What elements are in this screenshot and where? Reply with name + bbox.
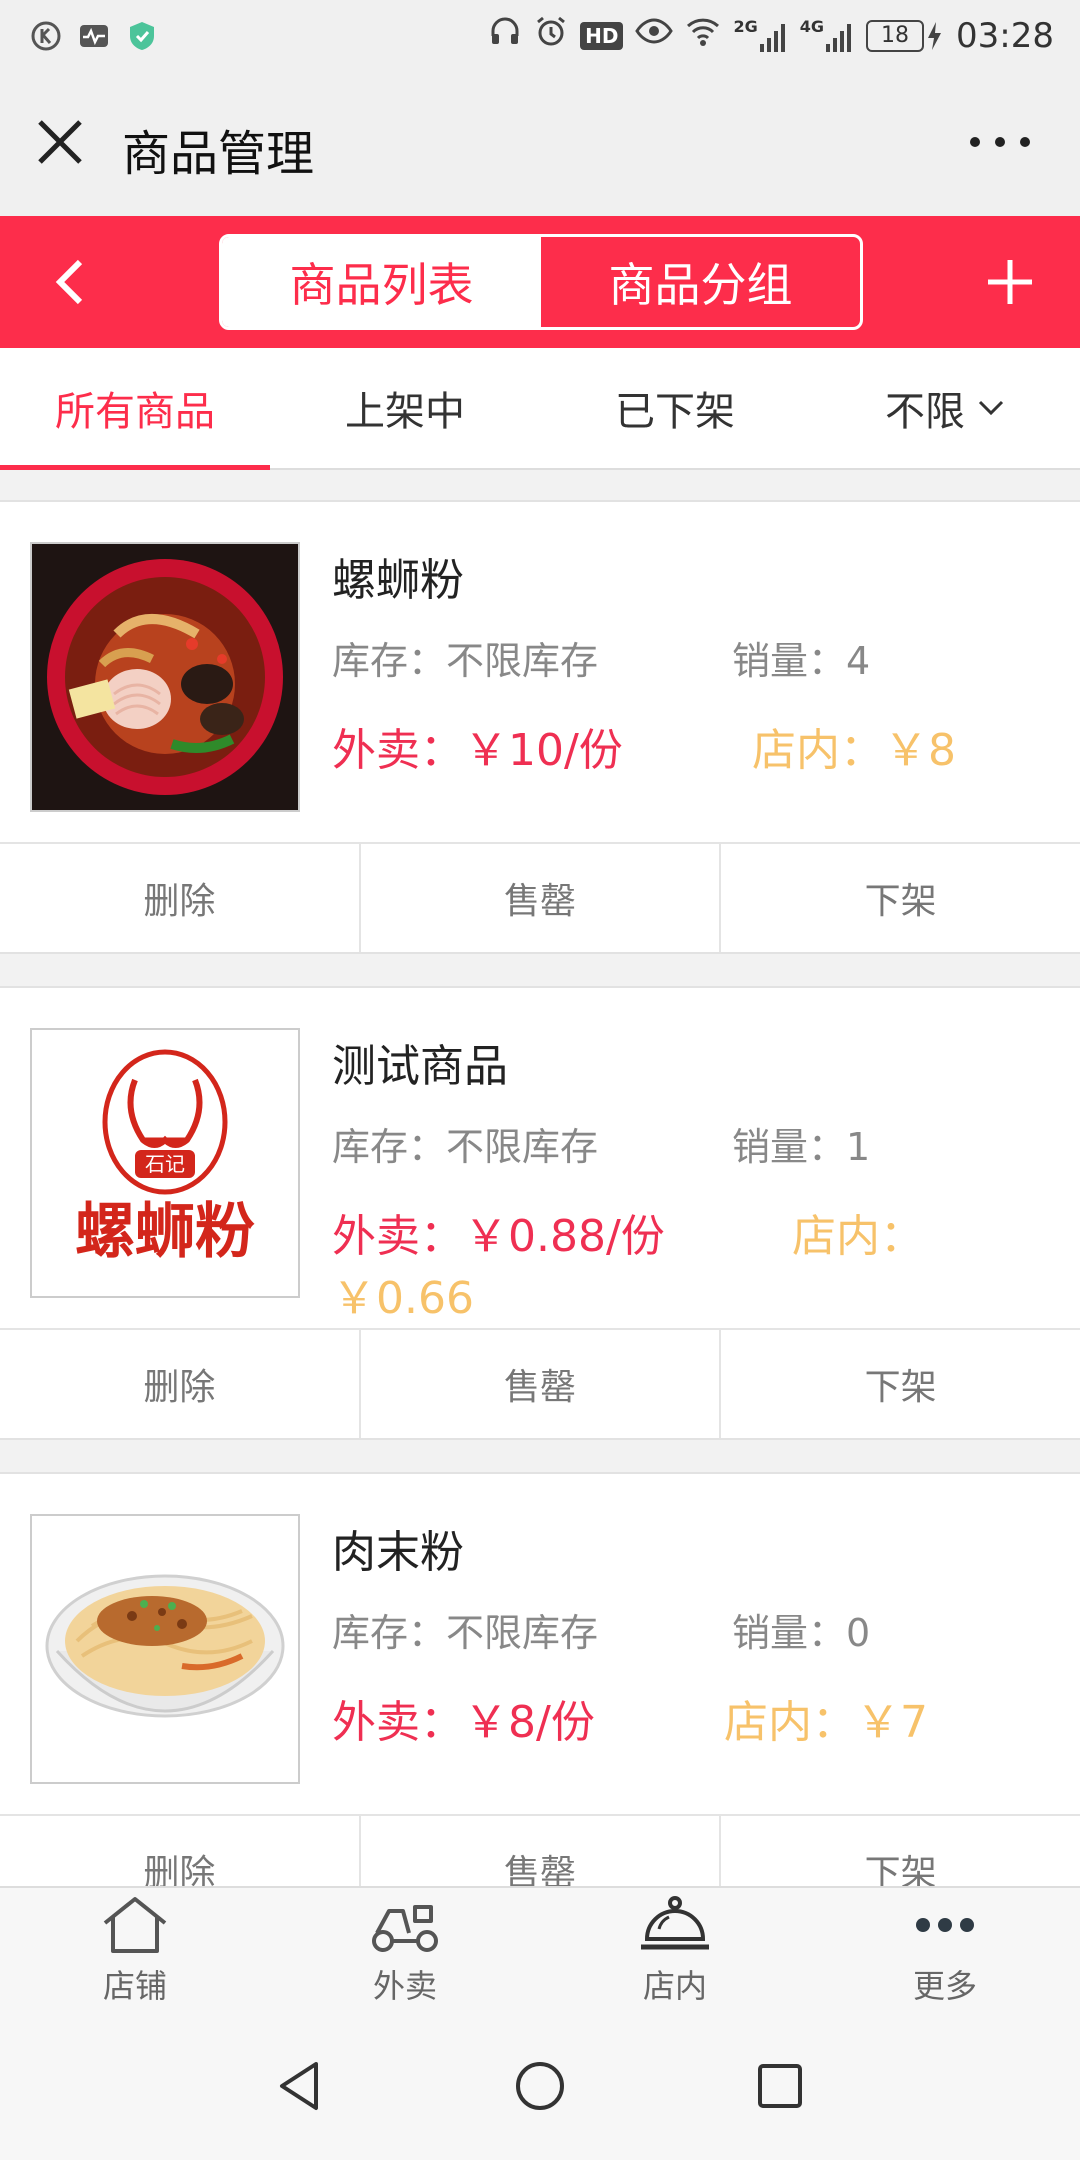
nav-label: 店内: [642, 1967, 707, 2005]
signal-4g-icon: 4G: [800, 17, 854, 54]
filter-tab-label: 所有商品: [55, 389, 215, 435]
android-home-button[interactable]: [512, 2058, 568, 2114]
sold-out-button[interactable]: 售罄: [361, 844, 722, 952]
shield-icon: [126, 20, 158, 52]
more-dots-icon: [907, 1893, 983, 1957]
product-instore-price-label: 店内：: [792, 1211, 924, 1262]
segmented-control: 商品列表 商品分组: [219, 234, 863, 330]
nav-item-delivery[interactable]: 外卖: [270, 1888, 540, 2012]
delete-button[interactable]: 删除: [0, 1330, 361, 1438]
logo-top-text: 石记: [145, 1152, 185, 1176]
eye-icon: [635, 14, 674, 57]
chevron-left-icon: [55, 259, 83, 305]
more-options-button[interactable]: [970, 132, 1030, 152]
chevron-down-icon: [978, 400, 1004, 416]
tab-product-groups[interactable]: 商品分组: [541, 237, 860, 327]
nav-label: 店铺: [102, 1967, 167, 2005]
product-delivery-price: 外卖：￥8/份: [332, 1697, 595, 1748]
product-actions: 删除 售罄 下架: [0, 1328, 1080, 1438]
product-instore-price: 店内：￥8: [752, 725, 956, 776]
signal-2g-icon: 2G: [733, 17, 787, 54]
product-name: 测试商品: [332, 1041, 508, 1092]
nav-item-instore[interactable]: 店内: [540, 1888, 810, 2012]
android-back-button[interactable]: [272, 2058, 328, 2114]
take-off-shelf-button[interactable]: 下架: [721, 1816, 1080, 1886]
filter-tab-all[interactable]: 所有商品: [0, 348, 270, 470]
product-sales: 销量：0: [732, 1611, 871, 1655]
battery-icon: 18: [866, 19, 944, 53]
dot-icon: [995, 137, 1005, 147]
product-card: 肉末粉 库存：不限库存 销量：0 外卖：￥8/份 店内：￥7 删除 售罄 下架: [0, 1472, 1080, 1886]
android-recents-button[interactable]: [752, 2058, 808, 2114]
delete-button[interactable]: 删除: [0, 844, 361, 952]
product-image-luosifen-bowl: [30, 542, 300, 812]
dot-icon: [970, 137, 980, 147]
product-instore-price: 店内：￥7: [724, 1697, 928, 1748]
k-circle-icon: [30, 20, 62, 52]
nav-item-store[interactable]: 店铺: [0, 1888, 270, 2012]
sold-out-button[interactable]: 售罄: [361, 1330, 722, 1438]
nav-label: 更多: [912, 1967, 977, 2005]
back-button[interactable]: [50, 256, 90, 308]
product-actions: 删除 售罄 下架: [0, 842, 1080, 952]
filter-tab-off-shelf[interactable]: 已下架: [540, 348, 810, 468]
sold-out-button[interactable]: 售罄: [361, 1816, 722, 1886]
filter-tab-label: 上架中: [345, 389, 465, 435]
add-button[interactable]: [984, 256, 1036, 308]
screen: HD 2G 4G 18 03:28 商品管理 商品列表 商品分组 所有商品 上架…: [0, 0, 1080, 2160]
status-bar: HD 2G 4G 18 03:28: [0, 0, 1080, 72]
store-icon: [97, 1893, 173, 1957]
red-header: 商品列表 商品分组: [0, 216, 1080, 348]
cloche-icon: [637, 1893, 713, 1957]
square-recents-icon: [758, 2064, 802, 2108]
hd-icon: HD: [580, 21, 624, 50]
page-title: 商品管理: [122, 126, 315, 182]
product-card: 石记 螺蛳粉 测试商品 库存：不限库存 销量：1 外卖：￥0.88/份 店内： …: [0, 986, 1080, 1440]
product-image-minced-pork-noodles: [30, 1514, 300, 1784]
product-stock: 库存：不限库存: [332, 1125, 599, 1169]
filter-tab-label: 不限: [885, 389, 965, 435]
nav-item-more[interactable]: 更多: [810, 1888, 1080, 2012]
android-nav-bar: [0, 2010, 1080, 2160]
tab-product-list[interactable]: 商品列表: [222, 237, 541, 327]
filter-tab-label: 已下架: [615, 389, 735, 435]
product-list: 螺蛳粉 库存：不限库存 销量：4 外卖：￥10/份 店内：￥8 删除 售罄 下架: [0, 470, 1080, 1886]
product-stock: 库存：不限库存: [332, 639, 599, 683]
close-icon: [38, 120, 82, 164]
product-sales: 销量：1: [732, 1125, 871, 1169]
product-delivery-price: 外卖：￥0.88/份: [332, 1211, 665, 1262]
product-stock: 库存：不限库存: [332, 1611, 599, 1655]
product-name: 螺蛳粉: [332, 555, 464, 606]
circle-home-icon: [516, 2062, 564, 2110]
filter-dropdown-unlimited[interactable]: 不限: [810, 348, 1080, 468]
filter-tabs: 所有商品 上架中 已下架 不限: [0, 348, 1080, 470]
product-sales: 销量：4: [732, 639, 871, 683]
product-instore-price: ￥0.66: [332, 1273, 474, 1324]
product-delivery-price: 外卖：￥10/份: [332, 725, 623, 776]
wifi-icon: [685, 14, 721, 57]
logo-bottom-text: 螺蛳粉: [75, 1197, 255, 1267]
activity-icon: [78, 20, 110, 52]
alarm-icon: [534, 14, 568, 57]
take-off-shelf-button[interactable]: 下架: [721, 1330, 1080, 1438]
delete-button[interactable]: 删除: [0, 1816, 361, 1886]
dot-icon: [1020, 137, 1030, 147]
battery-level: 18: [866, 19, 925, 52]
product-name: 肉末粉: [332, 1527, 464, 1578]
delivery-scooter-icon: [367, 1893, 443, 1957]
bottom-nav: 店铺 外卖 店内 更多: [0, 1886, 1080, 2010]
product-image-shiji-logo: 石记 螺蛳粉: [30, 1028, 300, 1298]
close-button[interactable]: [34, 116, 86, 168]
product-actions: 删除 售罄 下架: [0, 1814, 1080, 1886]
nav-label: 外卖: [372, 1967, 437, 2005]
filter-tab-on-shelf[interactable]: 上架中: [270, 348, 540, 468]
title-bar: 商品管理: [0, 72, 1080, 216]
triangle-back-icon: [280, 2062, 318, 2110]
plus-icon: [988, 260, 1032, 304]
take-off-shelf-button[interactable]: 下架: [721, 844, 1080, 952]
status-time: 03:28: [956, 15, 1054, 56]
headphones-icon: [488, 14, 522, 57]
product-card: 螺蛳粉 库存：不限库存 销量：4 外卖：￥10/份 店内：￥8 删除 售罄 下架: [0, 500, 1080, 954]
